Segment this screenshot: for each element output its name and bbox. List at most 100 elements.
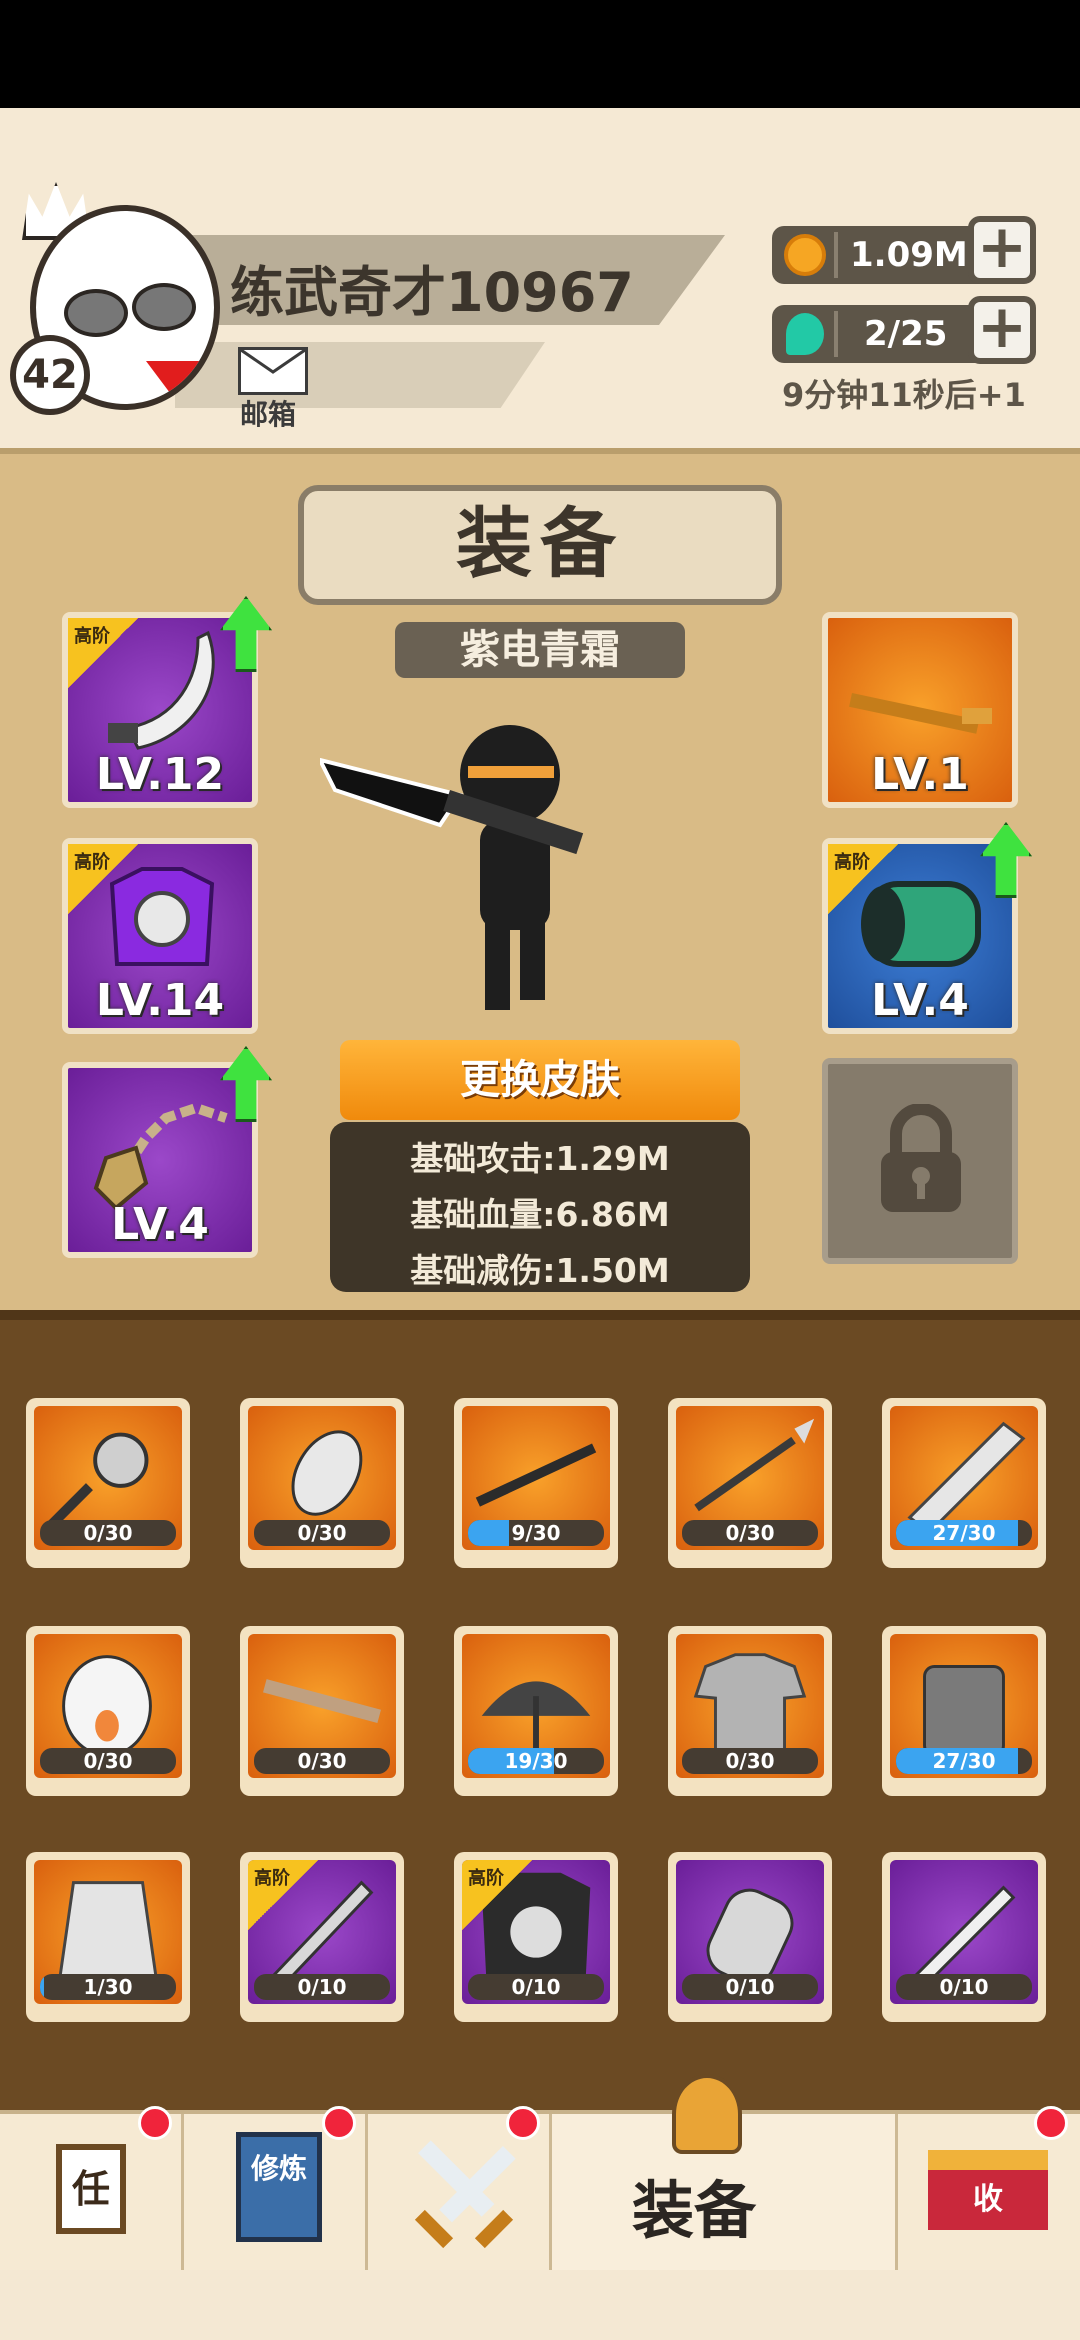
progress-bar: 0/30 bbox=[682, 1520, 818, 1546]
add-energy-button[interactable]: + bbox=[968, 296, 1036, 364]
progress-bar: 27/30 bbox=[896, 1748, 1032, 1774]
progress-bar: 0/10 bbox=[254, 1974, 390, 2000]
nav-cultivate[interactable]: 修炼 bbox=[184, 2106, 368, 2270]
divider bbox=[834, 311, 838, 357]
inventory-item[interactable]: 19/30 bbox=[454, 1626, 618, 1796]
item-tile: 0/30 bbox=[248, 1634, 396, 1778]
inventory-item[interactable]: 0/10 bbox=[882, 1852, 1046, 2022]
progress-bar: 9/30 bbox=[468, 1520, 604, 1546]
item-tile: 0/10 bbox=[890, 1860, 1038, 2004]
slot-level: LV.1 bbox=[871, 749, 969, 800]
progress-text: 0/10 bbox=[297, 1975, 347, 1999]
progress-bar: 19/30 bbox=[468, 1748, 604, 1774]
slot-level: LV.4 bbox=[111, 1199, 209, 1250]
inventory-item[interactable]: 高阶 0/10 bbox=[240, 1852, 404, 2022]
progress-bar: 0/30 bbox=[254, 1520, 390, 1546]
status-bar bbox=[0, 0, 1080, 108]
progress-text: 0/30 bbox=[297, 1521, 347, 1545]
shop-icon: 收 bbox=[928, 2150, 1048, 2230]
item-tile: 0/30 bbox=[34, 1406, 182, 1550]
inventory-item[interactable]: 0/30 bbox=[668, 1398, 832, 1568]
inventory-item[interactable]: 27/30 bbox=[882, 1398, 1046, 1568]
progress-text: 0/10 bbox=[511, 1975, 561, 1999]
coin-value: 1.09M bbox=[850, 235, 968, 275]
nav-tasks[interactable]: 任 bbox=[0, 2106, 184, 2270]
item-tile: 27/30 bbox=[890, 1406, 1038, 1550]
nav-equipment-label: 装备 bbox=[632, 2174, 757, 2247]
notification-dot bbox=[138, 2106, 172, 2140]
progress-text: 0/30 bbox=[725, 1749, 775, 1773]
progress-bar: 0/30 bbox=[40, 1520, 176, 1546]
item-tile: 高阶 0/10 bbox=[248, 1860, 396, 2004]
saber-icon bbox=[108, 630, 215, 750]
energy-value: 2/25 bbox=[864, 314, 948, 354]
high-tier-tag: 高阶 bbox=[462, 1860, 532, 1930]
item-tile: 0/30 bbox=[248, 1406, 396, 1550]
progress-text: 0/30 bbox=[83, 1749, 133, 1773]
energy-drop-icon bbox=[786, 313, 824, 355]
nav-equipment[interactable]: 装备 bbox=[552, 2074, 898, 2270]
item-tile: 0/30 bbox=[676, 1406, 824, 1550]
stat-hp: 基础血量:6.86M bbox=[410, 1195, 670, 1234]
item-tile: 1/30 bbox=[34, 1860, 182, 2004]
inventory-item[interactable]: 0/30 bbox=[26, 1398, 190, 1568]
key-sword-icon bbox=[849, 693, 992, 734]
progress-text: 27/30 bbox=[932, 1749, 996, 1773]
progress-bar: 0/30 bbox=[254, 1748, 390, 1774]
right-eye bbox=[132, 283, 196, 331]
nav-battle[interactable] bbox=[368, 2106, 552, 2270]
inventory-item[interactable]: 27/30 bbox=[882, 1626, 1046, 1796]
progress-text: 0/30 bbox=[297, 1749, 347, 1773]
crossed-swords-icon bbox=[414, 2140, 516, 2249]
inventory-item[interactable]: 0/30 bbox=[668, 1626, 832, 1796]
helmet-icon bbox=[672, 2074, 742, 2154]
player-level-badge: 42 bbox=[10, 335, 90, 415]
progress-text: 19/30 bbox=[504, 1749, 568, 1773]
coin-counter: 1.09M bbox=[772, 226, 992, 284]
mail-icon[interactable] bbox=[238, 347, 308, 395]
stat-attack: 基础攻击:1.29M bbox=[410, 1139, 670, 1178]
item-tile: 19/30 bbox=[462, 1634, 610, 1778]
gauntlet-slot[interactable]: 高阶 LV.4 bbox=[822, 838, 1018, 1034]
mail-label[interactable]: 邮箱 bbox=[240, 393, 296, 433]
accessory-slot[interactable]: LV.1 bbox=[822, 612, 1018, 808]
progress-bar: 1/30 bbox=[40, 1974, 176, 2000]
necklace-slot[interactable]: LV.4 bbox=[62, 1062, 258, 1258]
slot-level: LV.12 bbox=[95, 749, 225, 800]
bottom-nav: 任 修炼 装备 收 bbox=[0, 2074, 1080, 2270]
inventory-item[interactable]: 9/30 bbox=[454, 1398, 618, 1568]
nav-collect[interactable]: 收 bbox=[898, 2106, 1080, 2270]
left-eye bbox=[64, 289, 128, 337]
add-coins-button[interactable]: + bbox=[968, 216, 1036, 284]
bottom-strip bbox=[0, 2270, 1080, 2340]
progress-text: 9/30 bbox=[511, 1521, 561, 1545]
progress-text: 0/10 bbox=[725, 1975, 775, 1999]
progress-bar: 0/10 bbox=[468, 1974, 604, 2000]
panel-title: 装备 bbox=[298, 485, 782, 605]
skin-name: 紫电青霜 bbox=[395, 622, 685, 678]
armor-slot[interactable]: 高阶 LV.14 bbox=[62, 838, 258, 1034]
bracer-icon bbox=[861, 881, 981, 967]
inventory-item[interactable]: 0/30 bbox=[240, 1398, 404, 1568]
locked-slot[interactable] bbox=[822, 1058, 1018, 1264]
progress-text: 0/10 bbox=[939, 1975, 989, 1999]
item-tile: 0/10 bbox=[676, 1860, 824, 2004]
inventory-item[interactable]: 0/10 bbox=[668, 1852, 832, 2022]
inventory-item[interactable]: 0/30 bbox=[240, 1626, 404, 1796]
energy-timer: 9分钟11秒后+1 bbox=[782, 376, 1026, 414]
energy-counter: 2/25 bbox=[772, 305, 992, 363]
notification-dot bbox=[1034, 2106, 1068, 2140]
item-tile: 0/30 bbox=[676, 1634, 824, 1778]
inventory-item[interactable]: 1/30 bbox=[26, 1852, 190, 2022]
progress-bar: 0/10 bbox=[896, 1974, 1032, 2000]
progress-bar: 0/30 bbox=[40, 1748, 176, 1774]
change-skin-button[interactable]: 更换皮肤 bbox=[340, 1040, 740, 1120]
item-tile: 27/30 bbox=[890, 1634, 1038, 1778]
slot-level: LV.4 bbox=[871, 975, 969, 1026]
progress-text: 0/30 bbox=[83, 1521, 133, 1545]
notification-dot bbox=[506, 2106, 540, 2140]
inventory-item[interactable]: 高阶 0/10 bbox=[454, 1852, 618, 2022]
divider bbox=[834, 232, 838, 278]
inventory-item[interactable]: 0/30 bbox=[26, 1626, 190, 1796]
weapon-slot[interactable]: 高阶 LV.12 bbox=[62, 612, 258, 808]
